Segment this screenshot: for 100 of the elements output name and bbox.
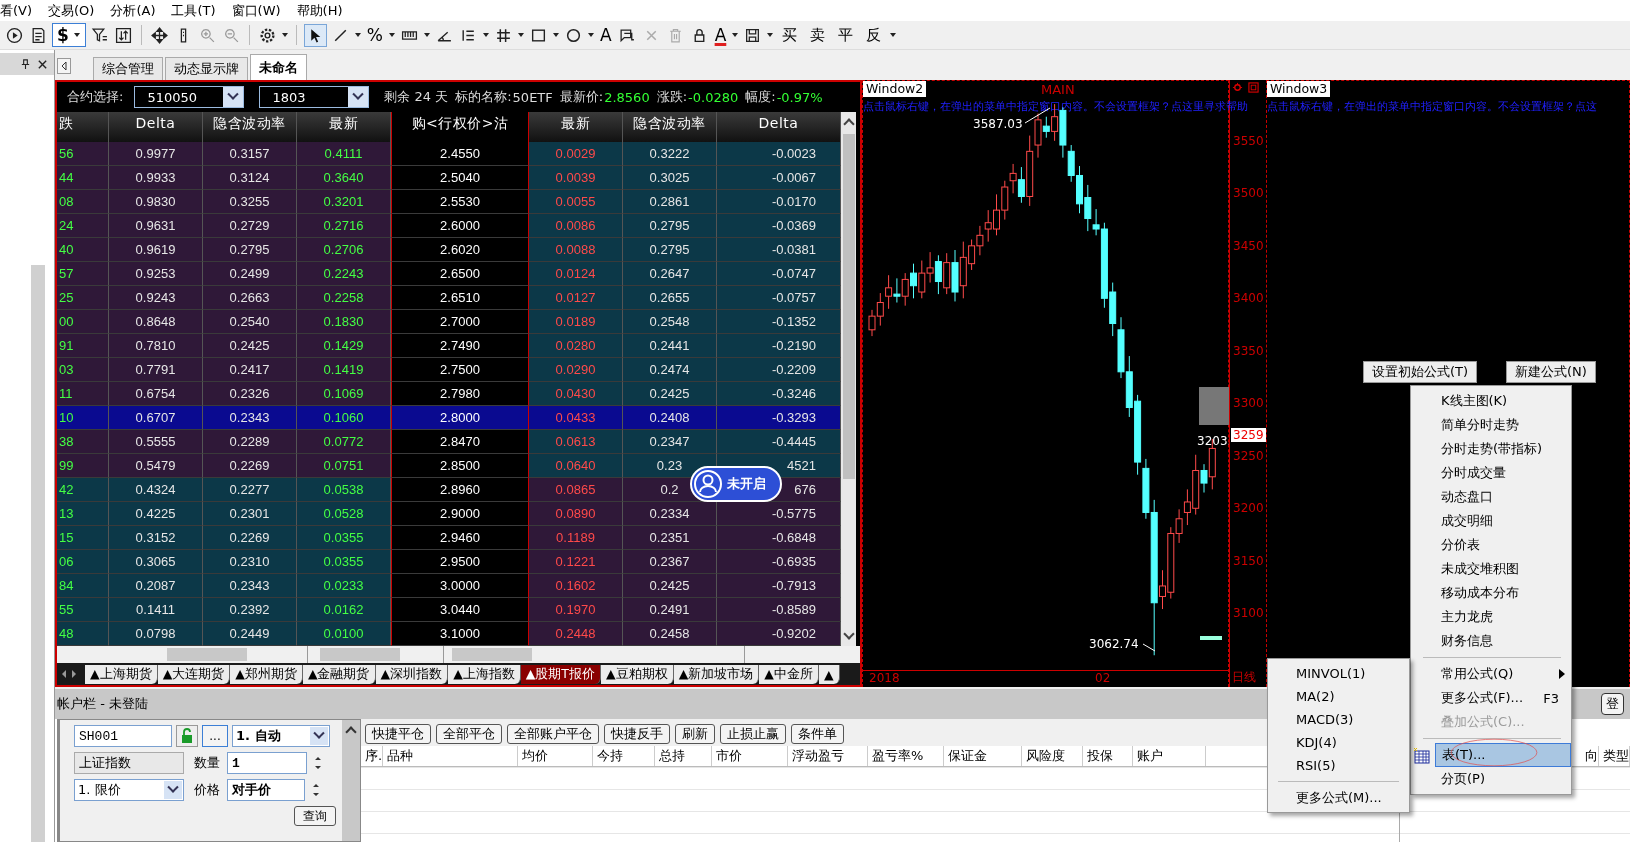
mode-select[interactable]: 1. 自动 xyxy=(232,725,330,747)
menu-item[interactable]: 主力龙虎 xyxy=(1411,605,1571,629)
menu-item[interactable]: 成交明细 xyxy=(1411,509,1571,533)
menu-item[interactable]: 动态盘口 xyxy=(1411,485,1571,509)
table-cell: -0.0381 xyxy=(771,242,816,257)
trade-button[interactable]: 卖 xyxy=(805,24,831,46)
sheet-tab[interactable]: ▲新加坡市场 xyxy=(673,664,760,684)
caret-icon[interactable] xyxy=(389,33,395,37)
tab[interactable]: 未命名 xyxy=(250,54,307,80)
menu-item[interactable]: KDJ(4) xyxy=(1268,731,1409,754)
table-cell: 0.2458 xyxy=(649,626,690,641)
price-field[interactable]: 对手价 xyxy=(227,779,305,801)
low-price-label: 3062.74 xyxy=(1089,637,1139,651)
caret-icon[interactable] xyxy=(354,33,361,37)
account-field[interactable]: SH001 xyxy=(74,725,172,747)
action-button[interactable]: 全部账户平仓 xyxy=(507,724,599,744)
menu-item[interactable]: 窗口(W) xyxy=(223,0,289,21)
caret-icon[interactable] xyxy=(483,33,489,37)
instrument-field[interactable]: 上证指数 xyxy=(74,752,184,774)
table-cell: -0.8589 xyxy=(771,602,816,617)
caret-icon[interactable] xyxy=(281,33,288,37)
action-button[interactable]: 全部平仓 xyxy=(436,724,502,744)
column-header: 保证金 xyxy=(944,746,1022,766)
menu-item[interactable]: RSI(5) xyxy=(1268,754,1409,777)
menu-item[interactable]: 常用公式(Q) xyxy=(1411,662,1571,686)
cursor-icon[interactable] xyxy=(303,23,327,47)
query-button[interactable]: 查询 xyxy=(294,806,336,826)
expiry-select[interactable]: 1803 xyxy=(259,86,370,108)
menu-item[interactable]: MINVOL(1) xyxy=(1268,662,1409,685)
sheet-tab[interactable]: ▲豆粕期权 xyxy=(601,664,674,684)
maximize-icon[interactable] xyxy=(1248,82,1259,93)
menu-item[interactable]: 简单分时走势 xyxy=(1411,413,1571,437)
tab[interactable]: 动态显示牌 xyxy=(165,57,248,80)
menu-item[interactable]: 分价表 xyxy=(1411,533,1571,557)
menu-item[interactable]: MA(2) xyxy=(1268,685,1409,708)
caret-icon[interactable] xyxy=(732,33,739,37)
trade-button[interactable]: 平 xyxy=(833,24,859,46)
caret-icon[interactable] xyxy=(424,33,430,37)
menu-item[interactable]: 帮助(H) xyxy=(288,0,351,21)
sheet-tab[interactable]: ▲郑州期货 xyxy=(230,664,303,684)
menu-item[interactable]: 分时走势(带指标) xyxy=(1411,437,1571,461)
action-button[interactable]: 止损止赢 xyxy=(720,724,786,744)
move-icon[interactable] xyxy=(148,24,170,46)
menu-item[interactable]: 更多公式(M)... xyxy=(1268,786,1409,809)
percent-tool[interactable]: % xyxy=(364,24,385,46)
scrollbar[interactable] xyxy=(342,720,360,841)
action-button[interactable]: 快捷反手 xyxy=(604,724,670,744)
trade-button[interactable]: 买 xyxy=(777,24,803,46)
font-color-tool[interactable]: A xyxy=(712,24,729,46)
tab[interactable]: 综合管理 xyxy=(93,57,163,80)
menu-item[interactable]: 更多公式(F)... F3 xyxy=(1411,686,1571,710)
caret-icon[interactable] xyxy=(767,33,774,37)
eye-icon[interactable] xyxy=(1232,82,1243,93)
sheet-tab[interactable]: ▲大连期货 xyxy=(157,664,231,684)
more-button[interactable]: ... xyxy=(202,725,228,747)
scrollbar[interactable] xyxy=(841,112,856,646)
menu-item[interactable]: 交易(O) xyxy=(40,0,103,21)
menu-item[interactable]: 分析(A) xyxy=(102,0,164,21)
caret-icon[interactable] xyxy=(890,33,897,37)
sheet-tab[interactable]: ▲中金所 xyxy=(759,664,819,684)
caret-icon[interactable] xyxy=(553,33,559,37)
quantity-field[interactable]: 1 xyxy=(227,752,307,774)
menu-item[interactable]: 分页(P) xyxy=(1411,767,1571,791)
action-button[interactable]: 快捷平仓 xyxy=(365,724,431,744)
scrollbar[interactable] xyxy=(31,265,45,842)
menu-item[interactable]: 分时成交量 xyxy=(1411,461,1571,485)
menu-item[interactable]: K线主图(K) xyxy=(1411,389,1571,413)
menu-item[interactable]: 看(V) xyxy=(0,0,41,21)
set-formula-button[interactable]: 设置初始公式(T) xyxy=(1363,361,1478,383)
pin-icon[interactable] xyxy=(20,58,31,70)
caret-icon[interactable] xyxy=(588,33,594,37)
table-cell: 0.0433 xyxy=(555,410,596,425)
action-button[interactable]: 条件单 xyxy=(791,724,844,744)
table-cell: 0.1221 xyxy=(555,554,596,569)
table-cell: 15 xyxy=(59,530,74,545)
text-tool[interactable]: A xyxy=(598,24,614,46)
menu-item[interactable]: MACD(3) xyxy=(1268,708,1409,731)
trade-button[interactable]: 反 xyxy=(861,24,887,46)
menu-item[interactable]: 财务信息 xyxy=(1411,629,1571,653)
sheet-tab[interactable]: ▲上海期货 xyxy=(85,664,158,684)
sheet-tab[interactable]: ▲深圳指数 xyxy=(375,664,449,684)
menu-item[interactable]: 工具(T) xyxy=(163,0,224,21)
close-icon[interactable] xyxy=(37,58,48,70)
sheet-tab[interactable]: ▲金融期货 xyxy=(302,664,376,684)
sheet-tab[interactable]: ▲股期T报价 xyxy=(520,664,601,684)
action-button[interactable]: 刷新 xyxy=(675,724,715,744)
caret-icon[interactable] xyxy=(518,33,524,37)
currency-dropdown[interactable]: $ xyxy=(52,23,86,47)
table-cell: 13 xyxy=(59,506,74,521)
sheet-tab[interactable]: ▲ xyxy=(818,664,840,684)
menu-item[interactable]: 未成交堆积图 xyxy=(1411,557,1571,581)
contract-select[interactable]: 510050 xyxy=(134,86,245,108)
sheet-tab[interactable]: ▲上海指数 xyxy=(448,664,521,684)
new-formula-button[interactable]: 新建公式(N) xyxy=(1506,361,1596,383)
menu-item[interactable]: 移动成本分布 xyxy=(1411,581,1571,605)
window-title: Window2 xyxy=(863,81,927,97)
unlock-icon[interactable] xyxy=(176,725,198,747)
status-badge[interactable]: 未开启 xyxy=(690,466,782,502)
order-type-select[interactable]: 1. 限价 xyxy=(74,779,184,801)
login-button[interactable]: 登 xyxy=(1601,693,1624,715)
